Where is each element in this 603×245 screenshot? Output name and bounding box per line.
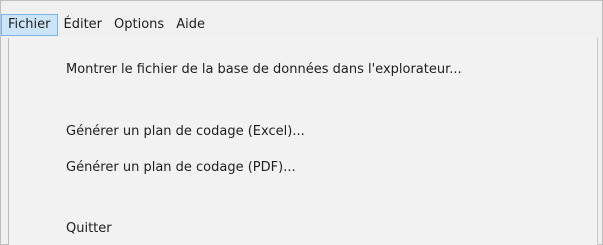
menu-item-quit[interactable]: Quitter — [66, 219, 112, 239]
menu-options[interactable]: Options — [108, 14, 170, 36]
menu-item-show-database-file[interactable]: Montrer le fichier de la base de données… — [66, 60, 462, 80]
menu-item-generate-plan-excel[interactable]: Générer un plan de codage (Excel)... — [66, 122, 305, 142]
fichier-dropdown-menu: Montrer le fichier de la base de données… — [9, 38, 598, 245]
menu-aide[interactable]: Aide — [170, 14, 211, 36]
menu-bar: Fichier Éditer Options Aide — [1, 13, 596, 37]
menu-fichier[interactable]: Fichier — [1, 14, 58, 36]
menu-item-generate-plan-pdf[interactable]: Générer un plan de codage (PDF)... — [66, 158, 296, 178]
menu-editer[interactable]: Éditer — [58, 14, 109, 36]
